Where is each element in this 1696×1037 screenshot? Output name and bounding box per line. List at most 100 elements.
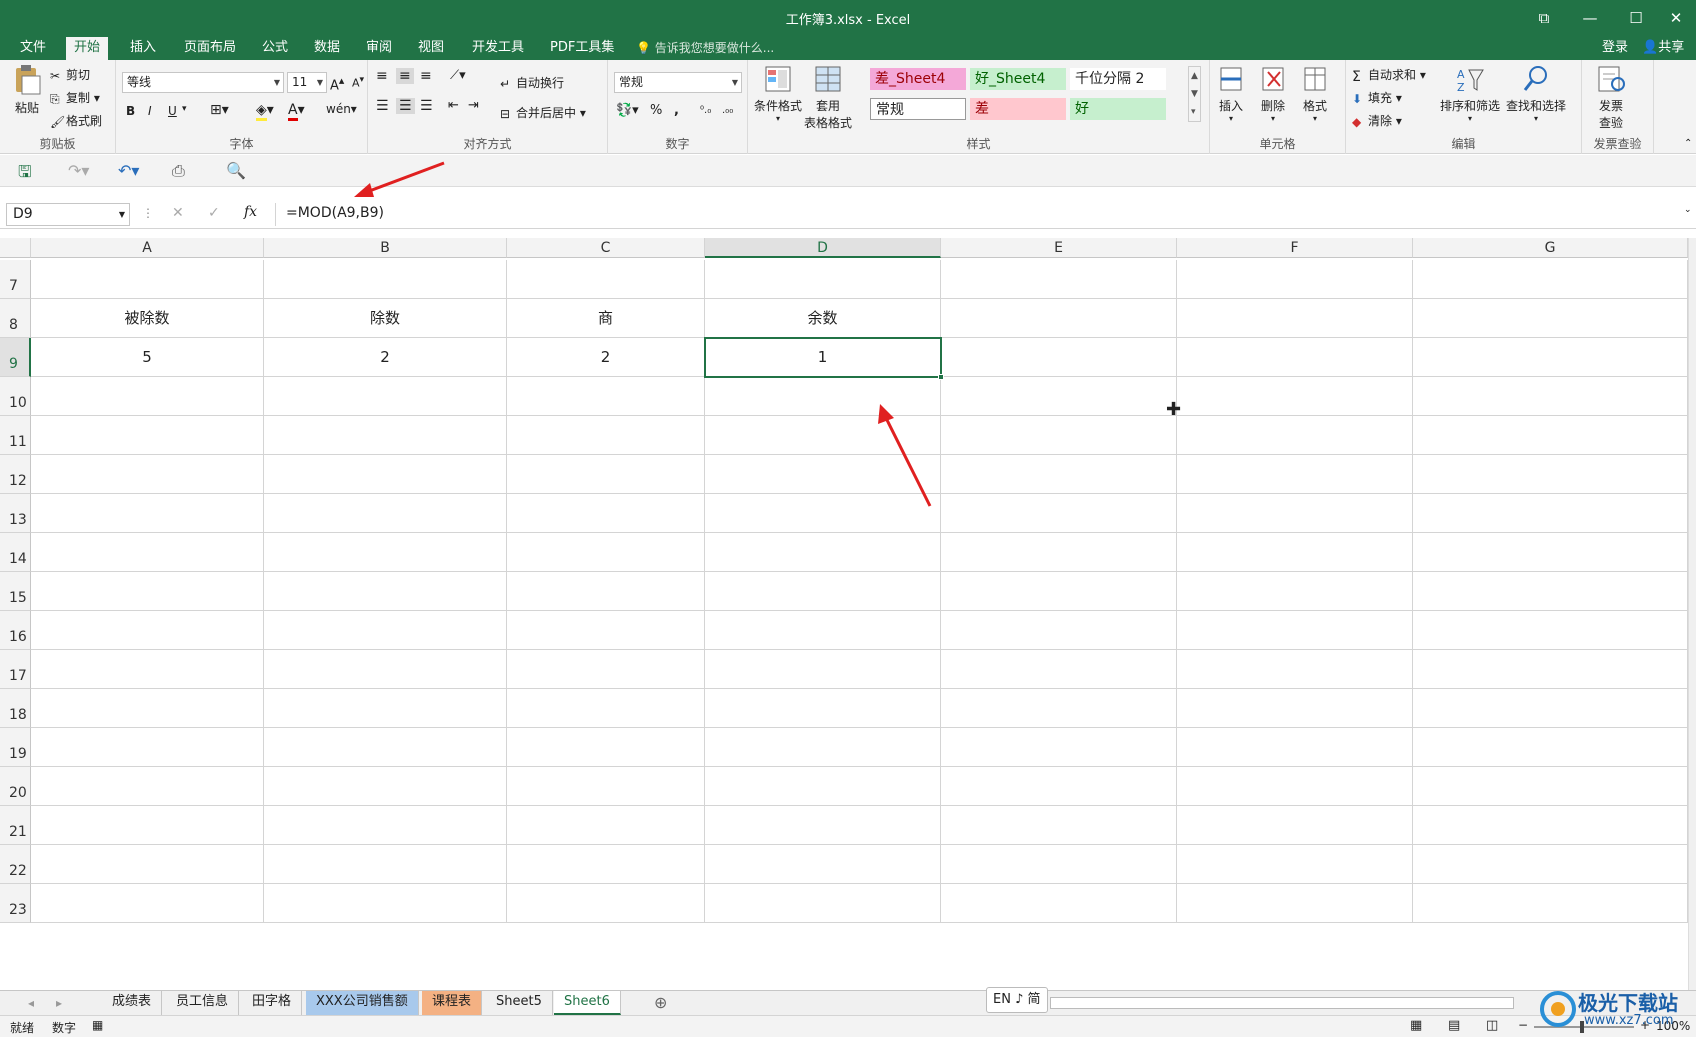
column-header-g[interactable]: G: [1413, 238, 1688, 258]
cell-c7[interactable]: [507, 260, 705, 299]
login-link[interactable]: 登录: [1602, 37, 1628, 59]
cell-a8[interactable]: 被除数: [31, 299, 264, 338]
font-color-icon[interactable]: A▾: [288, 102, 305, 121]
cell-c22[interactable]: [507, 845, 705, 884]
row-header-15[interactable]: 15: [0, 572, 31, 611]
cell-d7[interactable]: [705, 260, 941, 299]
ime-indicator[interactable]: EN ♪ 简: [986, 987, 1048, 1013]
cell-b17[interactable]: [264, 650, 507, 689]
cell-g21[interactable]: [1413, 806, 1688, 845]
cell-g15[interactable]: [1413, 572, 1688, 611]
invoice-check-button[interactable]: 发票 查验: [1594, 64, 1628, 131]
tab-review[interactable]: 审阅: [358, 37, 400, 60]
cell-f10[interactable]: [1177, 377, 1413, 416]
row-header-10[interactable]: 10: [0, 377, 31, 416]
next-sheet-icon[interactable]: ▸: [56, 996, 62, 1010]
column-header-f[interactable]: F: [1177, 238, 1413, 258]
cell-a13[interactable]: [31, 494, 264, 533]
sheet-tab-sheet6[interactable]: Sheet6: [554, 991, 621, 1015]
cell-a9[interactable]: 5: [31, 338, 264, 377]
zoom-preview-icon[interactable]: 🔍: [226, 161, 246, 180]
cell-c11[interactable]: [507, 416, 705, 455]
cell-e13[interactable]: [941, 494, 1177, 533]
style-good-sheet4[interactable]: 好_Sheet4: [970, 68, 1066, 90]
format-painter-button[interactable]: 🖌格式刷: [50, 112, 102, 129]
cell-e9[interactable]: [941, 338, 1177, 377]
cell-f9[interactable]: [1177, 338, 1413, 377]
cell-g8[interactable]: [1413, 299, 1688, 338]
cell-d19[interactable]: [705, 728, 941, 767]
style-bad[interactable]: 差: [970, 98, 1066, 120]
normal-view-icon[interactable]: ▦: [1410, 1018, 1422, 1033]
cell-f18[interactable]: [1177, 689, 1413, 728]
collapse-ribbon-icon[interactable]: ⌃: [1684, 138, 1692, 149]
cell-b12[interactable]: [264, 455, 507, 494]
cell-e19[interactable]: [941, 728, 1177, 767]
column-header-c[interactable]: C: [507, 238, 705, 258]
share-button[interactable]: 👤共享: [1642, 37, 1684, 59]
cell-a7[interactable]: [31, 260, 264, 299]
cell-c13[interactable]: [507, 494, 705, 533]
sheet-tab-sheet5[interactable]: Sheet5: [486, 991, 553, 1015]
horizontal-scrollbar[interactable]: [1050, 997, 1514, 1009]
copy-button[interactable]: ⎘ 复制 ▾: [50, 89, 100, 106]
sheet-tab-schedule[interactable]: 课程表: [422, 991, 483, 1015]
cell-g12[interactable]: [1413, 455, 1688, 494]
orientation-icon[interactable]: ⟋▾: [450, 68, 466, 83]
cell-b9[interactable]: 2: [264, 338, 507, 377]
cell-c17[interactable]: [507, 650, 705, 689]
cell-c15[interactable]: [507, 572, 705, 611]
cell-d8[interactable]: 余数: [705, 299, 941, 338]
format-as-table-button[interactable]: 套用 表格格式: [804, 64, 852, 131]
name-box[interactable]: D9 ▼: [6, 203, 130, 226]
cell-b18[interactable]: [264, 689, 507, 728]
percent-button[interactable]: %: [650, 103, 662, 118]
column-header-e[interactable]: E: [941, 238, 1177, 258]
cell-d11[interactable]: [705, 416, 941, 455]
cell-a12[interactable]: [31, 455, 264, 494]
cell-g19[interactable]: [1413, 728, 1688, 767]
cell-f19[interactable]: [1177, 728, 1413, 767]
align-bottom-icon[interactable]: ≡: [420, 68, 432, 84]
tab-file[interactable]: 文件: [12, 37, 54, 60]
cell-a20[interactable]: [31, 767, 264, 806]
decrease-decimal-icon[interactable]: .₀₀: [722, 105, 733, 116]
cell-c10[interactable]: [507, 377, 705, 416]
vertical-scrollbar[interactable]: [1688, 238, 1696, 990]
increase-indent-icon[interactable]: ⇥: [468, 98, 479, 113]
style-comma-2[interactable]: 千位分隔 2: [1070, 68, 1166, 90]
style-bad-sheet4[interactable]: 差_Sheet4: [870, 68, 966, 90]
row-header-13[interactable]: 13: [0, 494, 31, 533]
zoom-out-icon[interactable]: −: [1518, 1018, 1528, 1032]
cell-b15[interactable]: [264, 572, 507, 611]
page-break-view-icon[interactable]: ◫: [1486, 1018, 1498, 1033]
cell-e8[interactable]: [941, 299, 1177, 338]
cell-b22[interactable]: [264, 845, 507, 884]
column-header-b[interactable]: B: [264, 238, 507, 258]
paste-button[interactable]: 粘贴: [12, 64, 42, 116]
cell-f13[interactable]: [1177, 494, 1413, 533]
cell-e22[interactable]: [941, 845, 1177, 884]
style-good[interactable]: 好: [1070, 98, 1166, 120]
cell-e20[interactable]: [941, 767, 1177, 806]
row-header-7[interactable]: 7: [0, 260, 31, 299]
comma-button[interactable]: ,: [674, 103, 679, 118]
number-format-select[interactable]: 常规 ▼: [614, 72, 742, 93]
cell-g16[interactable]: [1413, 611, 1688, 650]
cell-a17[interactable]: [31, 650, 264, 689]
close-button[interactable]: ✕: [1656, 6, 1696, 30]
cell-f23[interactable]: [1177, 884, 1413, 923]
cell-d13[interactable]: [705, 494, 941, 533]
cell-b21[interactable]: [264, 806, 507, 845]
cell-g23[interactable]: [1413, 884, 1688, 923]
cell-d21[interactable]: [705, 806, 941, 845]
cell-c23[interactable]: [507, 884, 705, 923]
sheet-tab-grid[interactable]: 田字格: [242, 991, 303, 1015]
cell-e21[interactable]: [941, 806, 1177, 845]
styles-scroll-icon[interactable]: ▲ ▼ ▾: [1188, 66, 1201, 122]
autosum-button[interactable]: Σ 自动求和 ▾: [1352, 66, 1426, 85]
cell-b13[interactable]: [264, 494, 507, 533]
cell-c8[interactable]: 商: [507, 299, 705, 338]
find-select-button[interactable]: 查找和选择 ▾: [1506, 64, 1566, 123]
cell-d20[interactable]: [705, 767, 941, 806]
